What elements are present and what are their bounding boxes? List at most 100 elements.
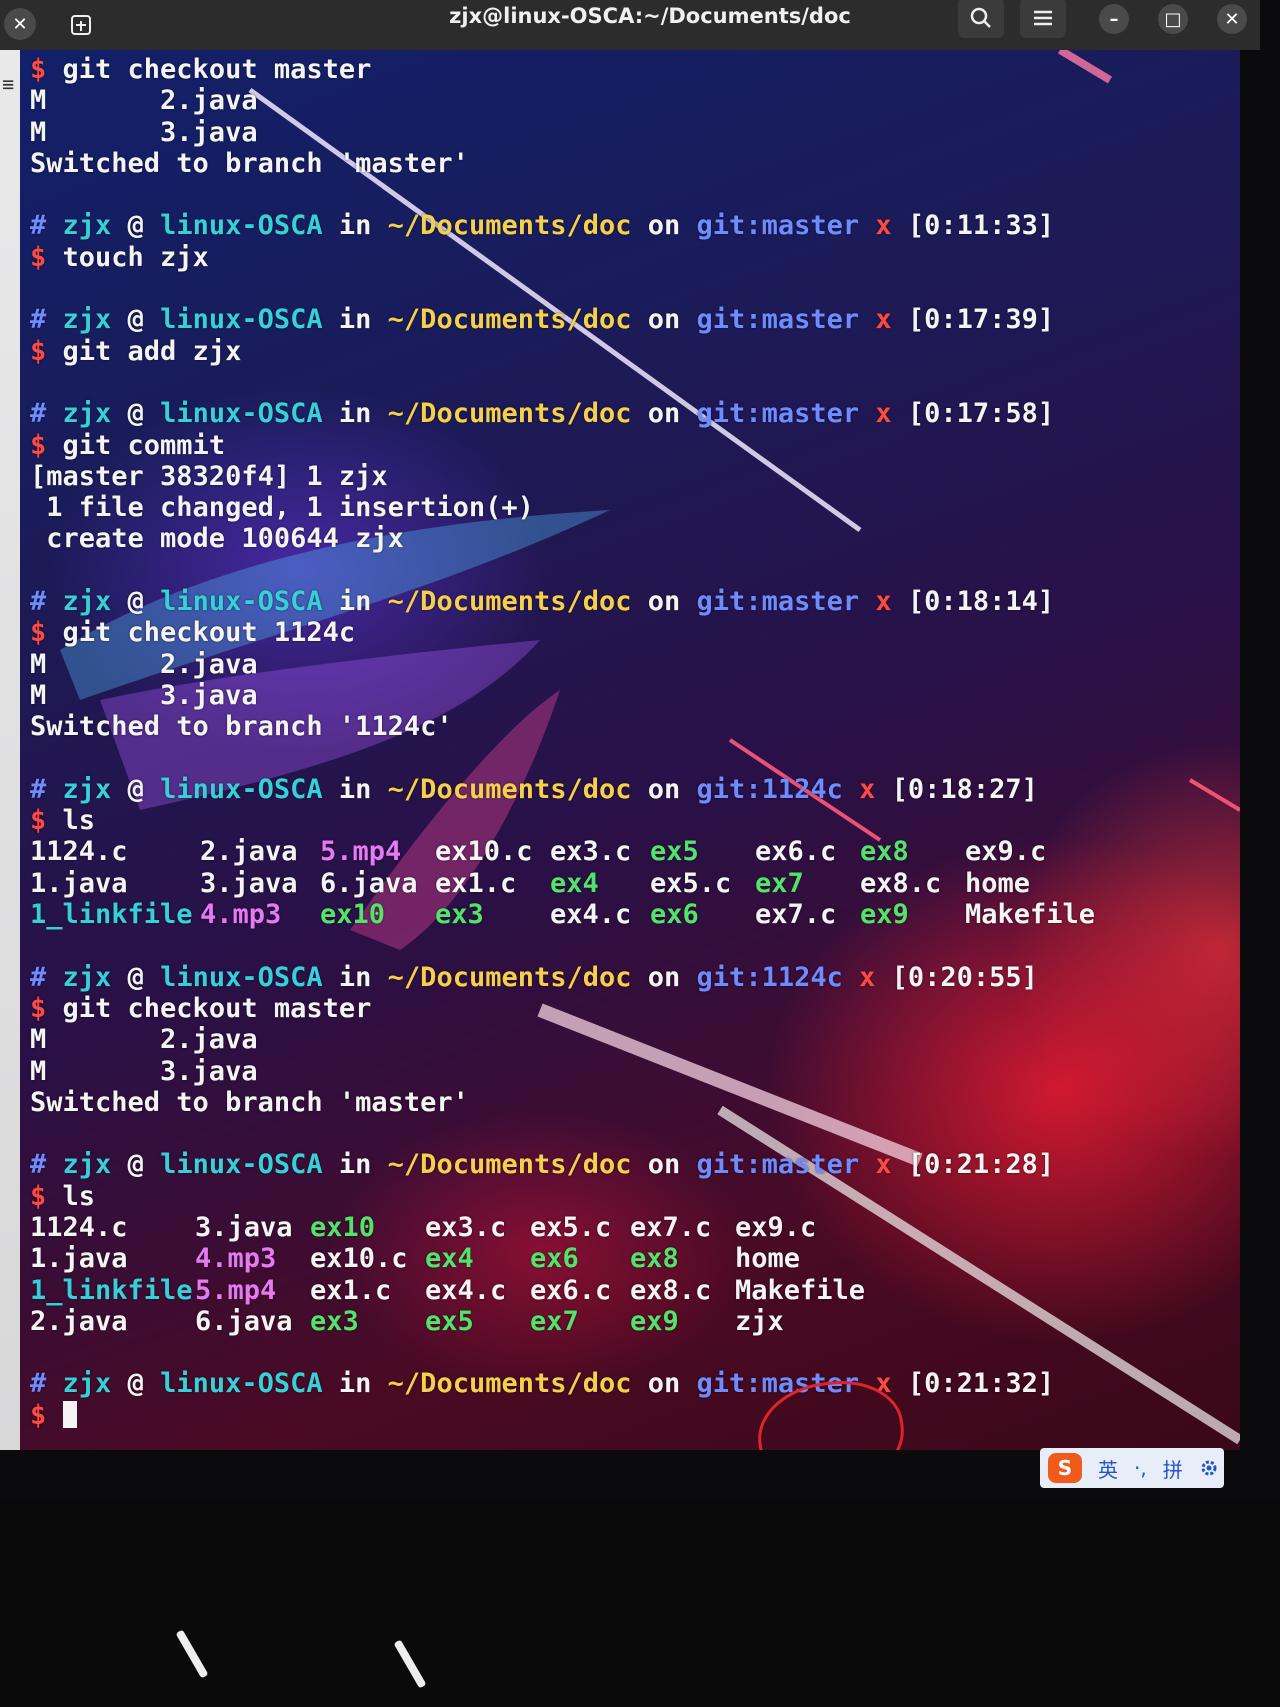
terminal-text-segment: [0:17:39] bbox=[907, 304, 1055, 336]
file-entry: ex7.c bbox=[630, 1211, 712, 1243]
terminal-text-segment: linux-OSCA bbox=[160, 961, 323, 993]
terminal-line: M 3.java bbox=[30, 117, 1240, 148]
terminal-text-segment: zjx bbox=[62, 398, 112, 430]
terminal-text-segment: # bbox=[30, 773, 63, 805]
terminal-text-segment: zjx bbox=[62, 1368, 112, 1400]
terminal-text-segment: git:master bbox=[696, 210, 860, 242]
new-tab-button[interactable] bbox=[62, 8, 100, 42]
terminal-line: # zjx @ linux-OSCA in ~/Documents/doc on… bbox=[30, 1368, 1240, 1399]
terminal-text-segment: $ bbox=[30, 335, 63, 367]
terminal-text-segment: $ bbox=[30, 992, 63, 1024]
file-entry: ex8.c bbox=[630, 1274, 712, 1306]
file-entry: ex3 bbox=[435, 899, 484, 931]
file-entry: ex5 bbox=[650, 836, 699, 868]
close-button[interactable]: ✕ bbox=[1217, 4, 1247, 34]
hamburger-menu-icon bbox=[1034, 10, 1052, 26]
file-entry: 6.java bbox=[195, 1305, 293, 1337]
terminal-line: # zjx @ linux-OSCA in ~/Documents/doc on… bbox=[30, 210, 1240, 241]
terminal-text-segment: x bbox=[859, 210, 908, 242]
terminal-text-segment: linux-OSCA bbox=[160, 304, 323, 336]
terminal-text-segment: git checkout master bbox=[62, 992, 372, 1024]
file-entry: Makefile bbox=[735, 1274, 866, 1306]
file-entry: 1.java bbox=[30, 867, 128, 899]
terminal-text-segment: git:master bbox=[696, 586, 860, 618]
sogou-logo-icon[interactable]: S bbox=[1048, 1453, 1082, 1483]
terminal-text-segment: # bbox=[30, 1368, 63, 1400]
file-entry: 4.mp3 bbox=[195, 1243, 277, 1275]
new-tab-icon bbox=[71, 15, 91, 35]
light-reflection bbox=[175, 1629, 209, 1679]
ime-pinyin-toggle[interactable]: 拼 bbox=[1163, 1454, 1183, 1483]
terminal-text-segment: in bbox=[322, 586, 388, 618]
terminal-text-segment: x bbox=[842, 961, 892, 993]
terminal-text-segment: Switched to branch 'master' bbox=[30, 147, 469, 179]
file-entry: 1124.c bbox=[30, 836, 128, 868]
terminal-text-segment: M 3.java bbox=[30, 116, 258, 148]
terminal-line: create mode 100644 zjx bbox=[30, 523, 1240, 554]
terminal-text-segment: ~/Documents/doc bbox=[387, 304, 632, 336]
close-icon: ✕ bbox=[12, 13, 28, 35]
file-entry: ex5.c bbox=[530, 1211, 612, 1243]
file-entry: ex10 bbox=[320, 899, 386, 931]
terminal-text-segment: zjx bbox=[62, 773, 112, 805]
terminal-line: M 2.java bbox=[30, 1024, 1240, 1055]
terminal-text-segment: linux-OSCA bbox=[160, 773, 323, 805]
terminal-line: $ bbox=[30, 1400, 1240, 1431]
terminal-line: Switched to branch 'master' bbox=[30, 1087, 1240, 1118]
terminal-text-segment: M 3.java bbox=[30, 1055, 258, 1087]
terminal-line: $ ls bbox=[30, 1181, 1240, 1212]
hamburger-menu-icon[interactable]: ≡ bbox=[2, 72, 14, 96]
terminal-cursor bbox=[62, 1400, 77, 1428]
ime-punct-toggle[interactable]: ·, bbox=[1134, 1456, 1147, 1480]
ls-output-row: 2.java 6.java ex3 ex5 ex7 ex9 zjx bbox=[30, 1306, 1240, 1337]
file-entry: zjx bbox=[735, 1305, 784, 1337]
maximize-button[interactable]: □ bbox=[1158, 4, 1188, 34]
file-entry: 5.mp4 bbox=[320, 836, 402, 868]
terminal-text-segment: [0:21:28] bbox=[907, 1149, 1055, 1181]
file-entry: ex6.c bbox=[755, 836, 837, 868]
terminal-text-segment: # bbox=[30, 1149, 63, 1181]
file-entry: 1124.c bbox=[30, 1211, 128, 1243]
file-entry: ex4.c bbox=[425, 1274, 507, 1306]
terminal-text-segment: in bbox=[322, 961, 388, 993]
terminal-view[interactable]: $ git checkout master M 2.java M 3.java Swi… bbox=[20, 50, 1240, 1450]
terminal-text-segment: x bbox=[842, 773, 892, 805]
terminal-line: # zjx @ linux-OSCA in ~/Documents/doc on… bbox=[30, 962, 1240, 993]
terminal-text-segment: ls bbox=[62, 805, 96, 837]
terminal-text-segment: ls bbox=[62, 1180, 96, 1212]
ls-output-row: 1_linkfile 4.mp3 ex10 ex3 ex4.c ex6 ex7.c ex9 Ma… bbox=[30, 899, 1240, 930]
file-entry: home bbox=[965, 867, 1031, 899]
search-button[interactable] bbox=[958, 0, 1004, 38]
file-entry: ex8.c bbox=[860, 867, 942, 899]
file-entry: ex6.c bbox=[530, 1274, 612, 1306]
terminal-text-segment: git checkout 1124c bbox=[62, 617, 356, 649]
terminal-text-segment: zjx bbox=[62, 961, 112, 993]
terminal-line: Switched to branch 'master' bbox=[30, 148, 1240, 179]
terminal-text-segment: in bbox=[322, 773, 388, 805]
ls-output-row: 1_linkfile 5.mp4 ex1.c ex4.c ex6.c ex8.c Makef… bbox=[30, 1275, 1240, 1306]
terminal-text-segment: M 2.java bbox=[30, 1024, 258, 1056]
menu-button[interactable] bbox=[1020, 0, 1066, 38]
window-title: zjx@linux-OSCA:~/Documents/doc bbox=[449, 4, 851, 28]
ime-toolbar[interactable]: S 英 ·, 拼 bbox=[1040, 1448, 1224, 1488]
file-entry: ex5 bbox=[425, 1305, 474, 1337]
terminal-text-segment: zjx bbox=[62, 1149, 112, 1181]
ime-mode-toggle[interactable]: 英 bbox=[1098, 1454, 1118, 1483]
gear-icon[interactable] bbox=[1199, 1458, 1219, 1478]
terminal-text-segment: [0:18:14] bbox=[907, 586, 1055, 618]
minimize-button[interactable]: – bbox=[1099, 4, 1129, 34]
terminal-text-segment: in bbox=[322, 1368, 388, 1400]
terminal-text-segment: x bbox=[859, 1149, 908, 1181]
file-entry: 1.java bbox=[30, 1243, 128, 1275]
terminal-line: $ git checkout master bbox=[30, 993, 1240, 1024]
terminal-line: # zjx @ linux-OSCA in ~/Documents/doc on… bbox=[30, 398, 1240, 429]
terminal-text-segment: @ bbox=[111, 210, 161, 242]
file-entry: ex7.c bbox=[755, 899, 837, 931]
terminal-line: $ git checkout 1124c bbox=[30, 617, 1240, 648]
terminal-line: # zjx @ linux-OSCA in ~/Documents/doc on… bbox=[30, 1149, 1240, 1180]
close-left-button[interactable]: ✕ bbox=[4, 8, 36, 40]
terminal-text-segment: # bbox=[30, 586, 63, 618]
terminal-text-segment: in bbox=[322, 304, 388, 336]
